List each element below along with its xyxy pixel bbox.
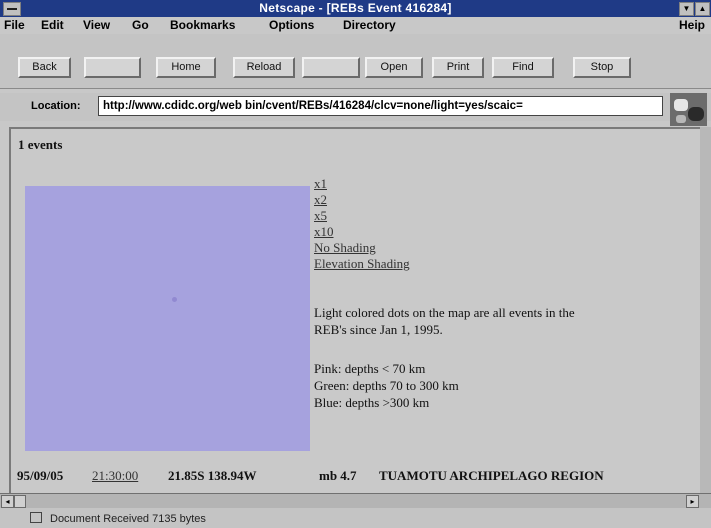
menu-directory[interactable]: Directory bbox=[343, 18, 396, 32]
legend-pink: Pink: depths < 70 km bbox=[314, 361, 426, 376]
zoom-x5-link[interactable]: x5 bbox=[314, 208, 410, 224]
description-line-2: REB's since Jan 1, 1995. bbox=[314, 322, 443, 337]
open-button[interactable]: Open bbox=[365, 57, 423, 78]
event-date: 95/09/05 bbox=[17, 468, 64, 483]
description-line-1: Light colored dots on the map are all ev… bbox=[314, 305, 575, 320]
menu-bar: File Edit View Go Bookmarks Options Dire… bbox=[0, 17, 711, 34]
forward-button[interactable] bbox=[84, 57, 141, 78]
page-content: 1 events x1 x2 x5 x10 No Shading Elevati… bbox=[9, 127, 701, 495]
elevation-shading-link[interactable]: Elevation Shading bbox=[314, 256, 410, 272]
reload-button[interactable]: Reload bbox=[233, 57, 295, 78]
images-button[interactable] bbox=[302, 57, 360, 78]
view-links: x1 x2 x5 x10 No Shading Elevation Shadin… bbox=[314, 176, 410, 272]
location-label: Location: bbox=[31, 100, 81, 112]
legend-green: Green: depths 70 to 300 km bbox=[314, 378, 459, 393]
security-key-icon bbox=[30, 512, 42, 523]
horizontal-scrollbar[interactable]: ◂ ▸ bbox=[0, 493, 711, 508]
legend-blue: Blue: depths >300 km bbox=[314, 395, 430, 410]
menu-view[interactable]: View bbox=[83, 18, 110, 32]
status-bar: Document Received 7135 bytes bbox=[0, 508, 711, 528]
netscape-logo-icon bbox=[670, 93, 707, 126]
no-shading-link[interactable]: No Shading bbox=[314, 240, 410, 256]
menu-help[interactable]: Heip bbox=[679, 18, 705, 32]
location-bar: Location: http://www.cdidc.org/web bin/c… bbox=[0, 93, 711, 121]
menu-go[interactable]: Go bbox=[132, 18, 149, 32]
scroll-thumb[interactable] bbox=[14, 495, 26, 508]
home-button[interactable]: Home bbox=[156, 57, 216, 78]
event-region: TUAMOTU ARCHIPELAGO REGION bbox=[379, 468, 604, 483]
event-coordinates: 21.85S 138.94W bbox=[168, 468, 257, 483]
event-magnitude: mb 4.7 bbox=[319, 468, 357, 483]
event-dot bbox=[172, 297, 177, 302]
find-button[interactable]: Find bbox=[492, 57, 554, 78]
stop-button[interactable]: Stop bbox=[573, 57, 631, 78]
zoom-x1-link[interactable]: x1 bbox=[314, 176, 410, 192]
title-bar: Netscape - [REBs Event 416284] ▼ ▲ bbox=[0, 0, 711, 17]
menu-bookmarks[interactable]: Bookmarks bbox=[170, 18, 235, 32]
vertical-scrollbar[interactable] bbox=[700, 127, 711, 493]
maximize-button[interactable]: ▲ bbox=[695, 2, 710, 16]
events-count: 1 events bbox=[18, 137, 63, 152]
scroll-left-icon[interactable]: ◂ bbox=[1, 495, 14, 508]
event-info-row: 95/09/05 21:30:00 21.85S 138.94W mb 4.7 … bbox=[17, 468, 697, 486]
menu-edit[interactable]: Edit bbox=[41, 18, 64, 32]
event-map-image[interactable] bbox=[25, 186, 310, 451]
location-input[interactable]: http://www.cdidc.org/web bin/cvent/REBs/… bbox=[98, 96, 663, 116]
zoom-x10-link[interactable]: x10 bbox=[314, 224, 410, 240]
zoom-x2-link[interactable]: x2 bbox=[314, 192, 410, 208]
toolbar: Back Home Reload Open Print Find Stop bbox=[0, 34, 711, 89]
scroll-right-icon[interactable]: ▸ bbox=[686, 495, 699, 508]
back-button[interactable]: Back bbox=[18, 57, 71, 78]
menu-file[interactable]: File bbox=[4, 18, 25, 32]
event-time-link[interactable]: 21:30:00 bbox=[92, 468, 138, 484]
window-title: Netscape - [REBs Event 416284] bbox=[259, 1, 452, 15]
minimize-button[interactable]: ▼ bbox=[679, 2, 694, 16]
status-text: Document Received 7135 bytes bbox=[50, 513, 206, 525]
print-button[interactable]: Print bbox=[432, 57, 484, 78]
menu-options[interactable]: Options bbox=[269, 18, 314, 32]
